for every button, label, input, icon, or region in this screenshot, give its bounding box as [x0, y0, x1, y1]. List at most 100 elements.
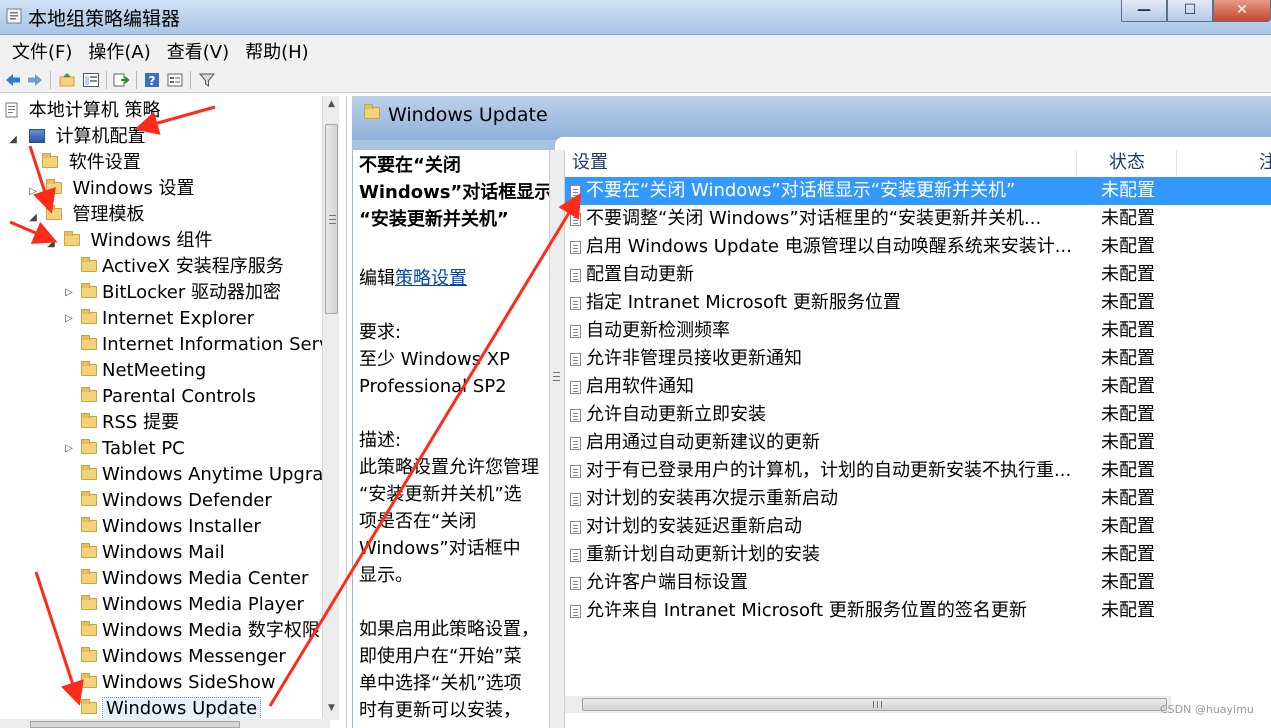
description-scrollbar[interactable] [549, 150, 565, 728]
setting-row[interactable]: 自动更新检测频率 未配置 [565, 317, 1271, 345]
tree-item-component[interactable]: ActiveX 安装程序服务 [64, 254, 284, 280]
expanded-arrow-icon[interactable]: ◢ [28, 205, 38, 231]
filter-icon[interactable] [198, 71, 216, 89]
setting-name: 允许自动更新立即安装 [586, 404, 766, 425]
collapsed-arrow-icon[interactable]: ▷ [64, 306, 74, 332]
setting-name: 不要调整“关闭 Windows”对话框里的“安装更新并关机... [586, 208, 1042, 229]
menu-help[interactable]: 帮助(H) [237, 38, 317, 64]
setting-state: 未配置 [1101, 180, 1155, 201]
tree-item-admin-templates[interactable]: ◢ 管理模板 [28, 202, 144, 228]
tree-root[interactable]: 本地计算机 策略 [4, 98, 160, 124]
tree-item-component[interactable]: Windows Defender [64, 488, 272, 514]
setting-row[interactable]: 启用软件通知 未配置 [565, 373, 1271, 401]
setting-row[interactable]: 允许自动更新立即安装 未配置 [565, 401, 1271, 429]
requirements-label: 要求: [359, 322, 402, 343]
setting-row[interactable]: 允许非管理员接收更新通知 未配置 [565, 345, 1271, 373]
up-folder-icon[interactable] [58, 71, 76, 89]
tree-item-label: Windows Installer [102, 516, 261, 537]
tree-item-component[interactable]: NetMeeting [64, 358, 206, 384]
folder-icon [81, 360, 97, 376]
tree-horizontal-scrollbar[interactable] [0, 719, 330, 728]
tree-item-component[interactable]: RSS 提要 [64, 410, 179, 436]
setting-row[interactable]: 对计划的安装延迟重新启动 未配置 [565, 513, 1271, 541]
setting-row[interactable]: 配置自动更新 未配置 [565, 261, 1271, 289]
window-controls: — ☐ ✕ [1121, 0, 1271, 24]
setting-row[interactable]: 启用 Windows Update 电源管理以自动唤醒系统来安装计... 未配置 [565, 233, 1271, 261]
column-header-setting[interactable]: 设置 [565, 150, 1077, 176]
show-hide-tree-icon[interactable] [82, 71, 100, 89]
forward-icon[interactable] [26, 71, 44, 89]
tree-item-component[interactable]: Windows Media 数字权限 [64, 618, 320, 644]
setting-row[interactable]: 指定 Intranet Microsoft 更新服务位置 未配置 [565, 289, 1271, 317]
menu-file[interactable]: 文件(F) [4, 38, 80, 64]
back-icon[interactable] [4, 71, 22, 89]
minimize-button[interactable]: — [1121, 0, 1167, 22]
tree-item-windows-components[interactable]: ◢ Windows 组件 [46, 228, 212, 257]
policy-setting-icon [570, 409, 581, 422]
setting-name: 启用 Windows Update 电源管理以自动唤醒系统来安装计... [586, 236, 1072, 257]
tree-item-component[interactable]: Internet Information Servi [64, 332, 335, 358]
tree-item-component[interactable]: ▷ Tablet PC [64, 436, 185, 462]
tree-item-software-settings[interactable]: 软件设置 [42, 150, 141, 176]
expanded-arrow-icon[interactable]: ◢ [46, 231, 56, 257]
list-hscroll-track[interactable] [565, 696, 1171, 713]
scroll-down-icon[interactable]: ▼ [323, 700, 340, 717]
policy-setting-icon [570, 577, 581, 590]
tree-item-component[interactable]: Windows SideShow [64, 670, 276, 696]
scroll-up-icon[interactable]: ▲ [323, 96, 340, 113]
tree-item-component[interactable]: Windows Anytime Upgrac [64, 462, 333, 488]
tree-item-windows-settings[interactable]: ▷ Windows 设置 [28, 176, 194, 202]
setting-row[interactable]: 不要调整“关闭 Windows”对话框里的“安装更新并关机... 未配置 [565, 205, 1271, 233]
folder-icon [45, 204, 62, 220]
help-icon[interactable]: ? [143, 71, 161, 89]
tree-item-component[interactable]: Windows Installer [64, 514, 261, 540]
setting-name: 允许来自 Intranet Microsoft 更新服务位置的签名更新 [586, 600, 1027, 621]
maximize-button[interactable]: ☐ [1167, 0, 1213, 22]
tree-item-label: Windows SideShow [102, 672, 276, 693]
close-button[interactable]: ✕ [1213, 0, 1271, 22]
setting-row[interactable]: 启用通过自动更新建议的更新 未配置 [565, 429, 1271, 457]
folder-icon [81, 334, 97, 350]
setting-row[interactable]: 对于有已登录用户的计算机，计划的自动更新安装不执行重... 未配置 [565, 457, 1271, 485]
menu-view[interactable]: 查看(V) [159, 38, 237, 64]
setting-row[interactable]: 允许客户端目标设置 未配置 [565, 569, 1271, 597]
toolbar-separator [136, 71, 137, 89]
setting-name: 自动更新检测频率 [586, 320, 730, 341]
setting-row[interactable]: 对计划的安装再次提示重新启动 未配置 [565, 485, 1271, 513]
list-hscroll-thumb[interactable] [582, 698, 1167, 711]
column-header-comment[interactable]: 注 [1177, 150, 1271, 176]
watermark: CSDN @huayimu [1160, 703, 1254, 716]
setting-row[interactable]: 重新计划自动更新计划的安装 未配置 [565, 541, 1271, 569]
folder-icon [81, 620, 97, 636]
tree-item-component[interactable]: Windows Media Player [64, 592, 304, 618]
policy-settings-link[interactable]: 策略设置 [395, 268, 467, 289]
description-text: 项是否在“关闭 [359, 511, 477, 532]
tree-item-component[interactable]: Windows Media Center [64, 566, 308, 592]
setting-row[interactable]: 允许来自 Intranet Microsoft 更新服务位置的签名更新 未配置 [565, 597, 1271, 625]
properties-icon[interactable] [166, 71, 184, 89]
tree-item-component[interactable]: ▷ BitLocker 驱动器加密 [64, 280, 281, 306]
menu-action[interactable]: 操作(A) [80, 38, 158, 64]
edit-policy-line: 编辑策略设置 [359, 265, 467, 292]
tree-scroll-thumb[interactable] [325, 124, 338, 314]
collapsed-arrow-icon[interactable]: ▷ [64, 280, 74, 306]
close-icon: ✕ [1236, 1, 1248, 18]
folder-icon [81, 438, 97, 454]
setting-row[interactable]: 不要在“关闭 Windows”对话框显示“安装更新并关机” 未配置 [565, 177, 1271, 205]
tree-item-component[interactable]: Windows Messenger [64, 644, 286, 670]
svg-text:?: ? [149, 74, 156, 88]
column-header-state[interactable]: 状态 [1077, 150, 1177, 176]
tree-hscroll-thumb[interactable] [30, 721, 240, 728]
grip-icon [873, 701, 882, 708]
tree-item-component[interactable]: Parental Controls [64, 384, 256, 410]
tree-item-computer-config[interactable]: ◢ 计算机配置 [8, 124, 145, 150]
tree-item-component[interactable]: ▷ Internet Explorer [64, 306, 254, 332]
folder-icon [81, 672, 97, 688]
export-list-icon[interactable] [112, 71, 130, 89]
tree-item-component[interactable]: Windows Mail [64, 540, 225, 566]
tree-vertical-scrollbar[interactable]: ▲ ▼ [322, 96, 339, 720]
setting-state: 未配置 [1101, 264, 1155, 285]
tree-item-label: Internet Explorer [102, 308, 255, 329]
collapsed-arrow-icon[interactable]: ▷ [64, 436, 74, 462]
expanded-arrow-icon[interactable]: ◢ [8, 127, 18, 153]
